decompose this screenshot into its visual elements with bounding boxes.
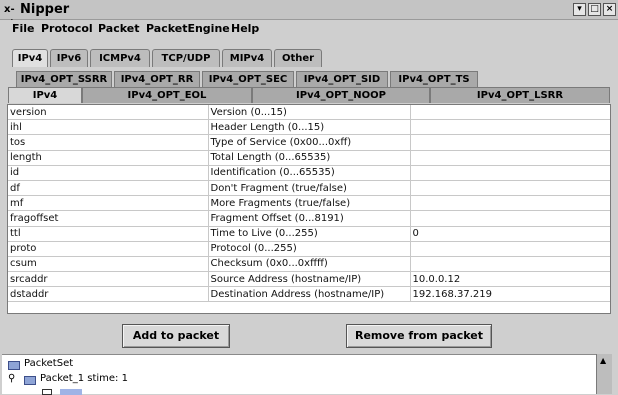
selected-node-highlight[interactable] [60,389,82,395]
cell-value[interactable] [410,165,610,181]
cell-desc: Identification (0...65535) [208,165,411,181]
cell-name: csum [8,256,209,273]
cell-name: ttl [8,226,209,242]
cell-desc: More Fragments (true/false) [208,195,411,212]
cell-desc: Checksum (0x0...0xffff) [208,256,411,273]
cell-desc: Header Length (0...15) [208,119,411,136]
tab-mipv4[interactable]: MIPv4 [222,49,272,67]
cell-value[interactable]: 10.0.0.12 [410,271,610,288]
tab-ipv6[interactable]: IPv6 [50,49,88,67]
cell-value[interactable] [410,119,610,136]
cell-name: dstaddr [8,286,209,303]
cell-value[interactable] [410,241,610,257]
cell-name: id [8,165,209,181]
cell-desc: Don't Fragment (true/false) [208,180,411,197]
cell-value[interactable]: 0 [410,226,610,242]
subtab-ipv4-opt-noop[interactable]: IPv4_OPT_NOOP [252,87,430,103]
table-row[interactable]: ttl Time to Live (0...255) 0 [8,226,610,242]
cell-name: length [8,150,209,166]
table-row[interactable]: mf More Fragments (true/false) [8,195,610,212]
menu-help[interactable]: Help [231,20,259,38]
app-icon: x-⊣ [4,4,15,29]
cell-desc: Destination Address (hostname/IP) [208,286,411,303]
subtab-ipv4-opt-ts[interactable]: IPv4_OPT_TS [390,71,478,87]
table-row[interactable]: fragoffset Fragment Offset (0...8191) [8,210,610,227]
table-row[interactable]: version Version (0...15) [8,105,610,121]
scroll-up-icon[interactable]: ▲ [600,356,606,365]
tree-packet-label[interactable]: Packet_1 stime: 1 [40,373,128,384]
cell-name: ihl [8,119,209,136]
cell-name: tos [8,134,209,151]
table-row[interactable]: dstaddr Destination Address (hostname/IP)… [8,286,610,303]
menu-bar: File Protocol Packet PacketEngine Help [0,20,618,38]
subtab-ipv4-opt-eol[interactable]: IPv4_OPT_EOL [82,87,252,103]
window-title: Nipper [20,2,70,17]
table-row[interactable]: tos Type of Service (0x00...0xff) [8,134,610,151]
cell-name: version [8,105,209,121]
tab-ipv4[interactable]: IPv4 [12,49,48,67]
subtab-ipv4-opt-lsrr[interactable]: IPv4_OPT_LSRR [430,87,610,103]
cell-value[interactable] [410,150,610,166]
subtab-ipv4-opt-rr[interactable]: IPv4_OPT_RR [114,71,200,87]
menu-packet[interactable]: Packet [98,20,139,38]
table-row[interactable]: ihl Header Length (0...15) [8,119,610,136]
tab-icmpv4[interactable]: ICMPv4 [90,49,150,67]
node-icon [42,389,52,395]
tree-scrollbar[interactable]: ▲ [596,354,612,394]
packet-tree: PacketSet ⚲ Packet_1 stime: 1 [2,354,596,395]
cell-desc: Protocol (0...255) [208,241,411,257]
title-bar: x-⊣ Nipper ▾ □ × [0,0,618,29]
table-row[interactable]: df Don't Fragment (true/false) [8,180,610,197]
tree-root-label[interactable]: PacketSet [24,358,73,369]
cell-name: srcaddr [8,271,209,288]
subtab-ipv4-opt-sid[interactable]: IPv4_OPT_SID [296,71,388,87]
fields-table: version Version (0...15) ihl Header Length … [7,104,611,314]
cell-value[interactable] [410,180,610,197]
maximize-icon[interactable]: □ [588,3,601,16]
menu-file[interactable]: File [12,20,35,38]
remove-from-packet-button[interactable]: Remove from packet [346,324,492,348]
cell-value[interactable] [410,210,610,227]
tab-other[interactable]: Other [274,49,322,67]
close-icon[interactable]: × [603,3,616,16]
table-row[interactable]: proto Protocol (0...255) [8,241,610,257]
subtab-ipv4-opt-ssrr[interactable]: IPv4_OPT_SSRR [16,71,112,87]
table-row[interactable]: length Total Length (0...65535) [8,150,610,166]
cell-name: df [8,180,209,197]
cell-name: mf [8,195,209,212]
subtab-ipv4[interactable]: IPv4 [8,87,82,103]
menu-packetengine[interactable]: PacketEngine [146,20,230,38]
tab-tcp-udp[interactable]: TCP/UDP [152,49,220,67]
cell-value[interactable]: 192.168.37.219 [410,286,610,303]
cell-name: proto [8,241,209,257]
cell-desc: Source Address (hostname/IP) [208,271,411,288]
cell-desc: Fragment Offset (0...8191) [208,210,411,227]
cell-value[interactable] [410,105,610,121]
cell-desc: Version (0...15) [208,105,411,121]
add-to-packet-button[interactable]: Add to packet [122,324,230,348]
cell-value[interactable] [410,256,610,273]
cell-desc: Time to Live (0...255) [208,226,411,242]
minimize-icon[interactable]: ▾ [573,3,586,16]
cell-value[interactable] [410,195,610,212]
cell-name: fragoffset [8,210,209,227]
expand-toggle-icon[interactable]: ⚲ [8,373,15,384]
table-row[interactable]: csum Checksum (0x0...0xffff) [8,256,610,273]
subtab-ipv4-opt-sec[interactable]: IPv4_OPT_SEC [202,71,294,87]
folder-icon [24,376,36,385]
folder-icon [8,361,20,370]
cell-desc: Total Length (0...65535) [208,150,411,166]
table-row[interactable]: srcaddr Source Address (hostname/IP) 10.0.… [8,271,610,288]
cell-value[interactable] [410,134,610,151]
cell-desc: Type of Service (0x00...0xff) [208,134,411,151]
menu-protocol[interactable]: Protocol [41,20,93,38]
table-row[interactable]: id Identification (0...65535) [8,165,610,181]
